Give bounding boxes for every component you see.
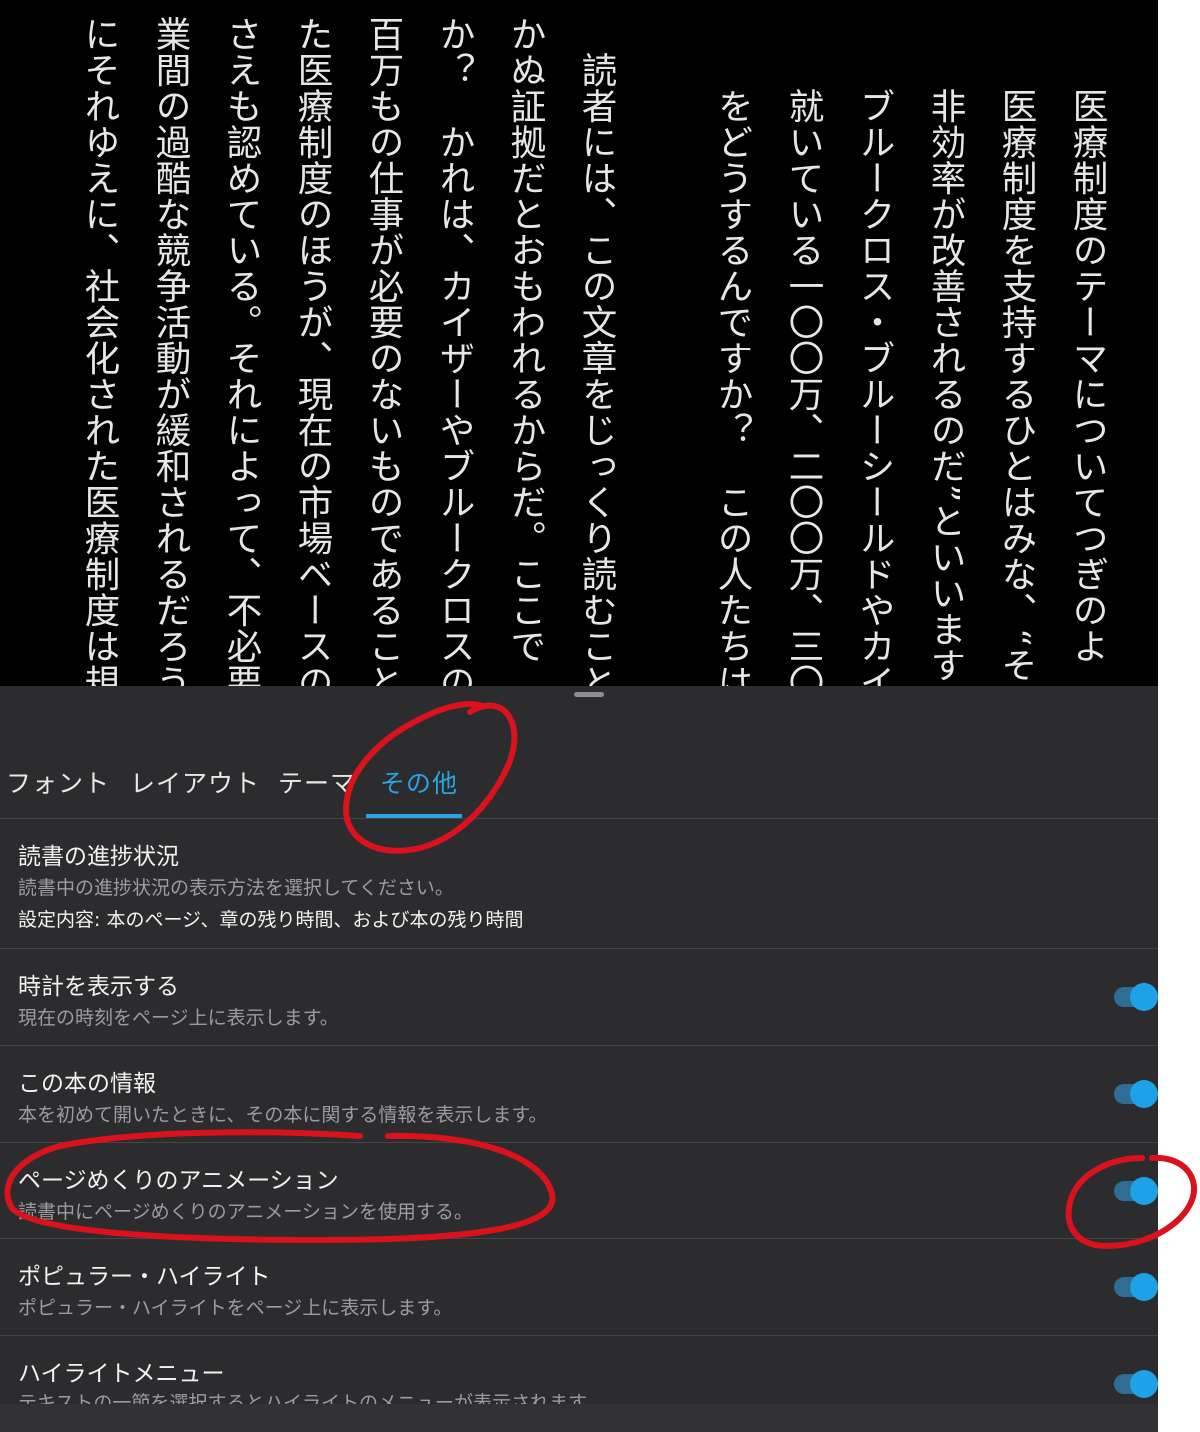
book-page[interactable]: 医療制度のテーマについてつぎのよ 医療制度を支持するひとはみな、“そ 非効率が改… [0, 0, 1158, 686]
setting-title: ハイライトメニュー [18, 1361, 225, 1387]
setting-highlight-menu: ハイライトメニュー テキストの一節を選択するとハイライトのメニューが表示されます… [0, 1336, 1158, 1404]
tab-font[interactable]: フォント [6, 764, 110, 800]
setting-description: 読書中の進捗状況の表示方法を選択してください。 [18, 877, 454, 899]
setting-description: ポピュラー・ハイライトをページ上に表示します。 [18, 1297, 453, 1319]
settings-sheet: フォント レイアウト テーマ その他 読書の進捗状況 読書中の進捗状況の表示方法… [0, 686, 1158, 1404]
toggle-knob [1130, 983, 1158, 1011]
text-column: をどうするんですか？ この人たちは [712, 88, 753, 686]
tab-other[interactable]: その他 [380, 764, 458, 800]
highlight-menu-toggle[interactable] [1114, 1370, 1158, 1398]
text-column: た医療制度のほうが、現在の市場ベースの [292, 16, 333, 686]
reader-screen: 医療制度のテーマについてつぎのよ 医療制度を支持するひとはみな、“そ 非効率が改… [0, 0, 1158, 1432]
setting-title: 読書の進捗状況 [18, 844, 179, 870]
text-column: 非効率が改善されるのだ”といいます [925, 88, 966, 683]
setting-title: この本の情報 [18, 1071, 156, 1097]
setting-page-turn-animation: ページめくりのアニメーション 読書中にページめくりのアニメーションを使用する。 [0, 1143, 1158, 1239]
setting-popular-highlights: ポピュラー・ハイライト ポピュラー・ハイライトをページ上に表示します。 [0, 1239, 1158, 1336]
setting-description: 本を初めて開いたときに、その本に関する情報を表示します。 [18, 1104, 548, 1126]
text-column: か？ かれは、カイザーやブルークロスの [434, 16, 475, 686]
setting-title: 時計を表示する [18, 974, 179, 1000]
text-column: 医療制度のテーマについてつぎのよ [1067, 88, 1108, 664]
text-column: 医療制度を支持するひとはみな、“そ [996, 88, 1037, 683]
bottom-bar [0, 1404, 1158, 1432]
text-column: 就いている一〇〇万、二〇〇万、三〇 [783, 88, 824, 686]
active-tab-indicator [366, 814, 462, 818]
setting-description: テキストの一節を選択するとハイライトのメニューが表示されます。 [18, 1392, 605, 1404]
toggle-knob [1130, 1370, 1158, 1398]
setting-show-clock: 時計を表示する 現在の時刻をページ上に表示します。 [0, 949, 1158, 1046]
setting-book-info: この本の情報 本を初めて開いたときに、その本に関する情報を表示します。 [0, 1046, 1158, 1143]
drag-handle[interactable] [574, 692, 604, 697]
setting-description: 現在の時刻をページ上に表示します。 [18, 1007, 339, 1029]
settings-tabs: フォント レイアウト テーマ その他 [0, 750, 1158, 819]
toggle-knob [1130, 1177, 1158, 1205]
toggle-knob [1130, 1080, 1158, 1108]
popular-highlights-toggle[interactable] [1114, 1273, 1158, 1301]
setting-description: 読書中にページめくりのアニメーションを使用する。 [18, 1201, 473, 1223]
setting-title: ポピュラー・ハイライト [18, 1264, 271, 1290]
tab-theme[interactable]: テーマ [278, 764, 356, 800]
text-column: かぬ証拠だとおもわれるからだ。ここで [505, 16, 546, 664]
text-column: 読者には、この文章をじっくり読むこと [576, 52, 617, 686]
toggle-knob [1130, 1273, 1158, 1301]
setting-reading-progress[interactable]: 読書の進捗状況 読書中の進捗状況の表示方法を選択してください。 設定内容: 本の… [0, 819, 1158, 949]
text-column: 業間の過酷な競争活動が緩和されるだろう [150, 16, 191, 686]
setting-current-value: 設定内容: 本のページ、章の残り時間、および本の残り時間 [18, 909, 524, 931]
clock-toggle[interactable] [1114, 983, 1158, 1011]
setting-title: ページめくりのアニメーション [18, 1168, 339, 1194]
book-info-toggle[interactable] [1114, 1080, 1158, 1108]
text-column: ブルークロス・ブルーシールドやカイ [854, 88, 895, 686]
text-column: 百万もの仕事が必要のないものであること [363, 16, 404, 686]
page-turn-animation-toggle[interactable] [1114, 1177, 1158, 1205]
tab-layout[interactable]: レイアウト [130, 764, 260, 800]
text-column: さえも認めている。それによって、不必要 [221, 16, 262, 686]
text-column: にそれゆえに、社会化された医療制度は規 [79, 16, 120, 686]
